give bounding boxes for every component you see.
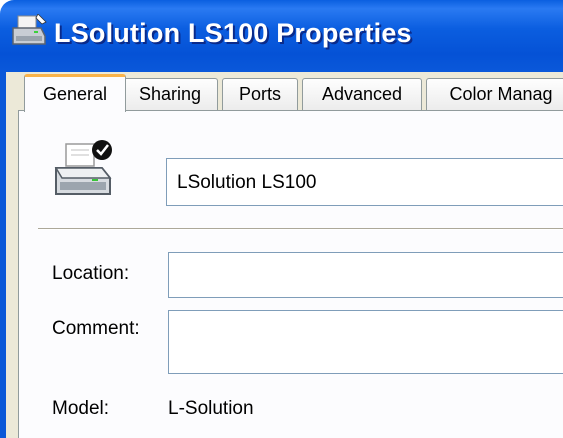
properties-window: LSolution LS100 Properties Sharing Ports… <box>0 0 563 438</box>
model-value: L-Solution <box>168 398 254 419</box>
tab-advanced[interactable]: Advanced <box>302 78 422 110</box>
tab-general[interactable]: General <box>24 74 126 112</box>
title-bar[interactable]: LSolution LS100 Properties <box>0 0 563 72</box>
window-border <box>0 72 6 438</box>
comment-label: Comment: <box>52 318 140 339</box>
comment-input[interactable] <box>168 310 563 374</box>
location-input[interactable] <box>168 252 563 298</box>
tab-ports[interactable]: Ports <box>222 78 298 110</box>
printer-name-field[interactable]: LSolution LS100 <box>166 158 563 206</box>
printer-default-icon <box>54 140 112 195</box>
window-title: LSolution LS100 Properties <box>54 18 412 48</box>
printer-icon <box>12 14 47 45</box>
separator <box>38 228 563 230</box>
tab-sharing[interactable]: Sharing <box>122 78 218 110</box>
model-label: Model: <box>52 398 110 419</box>
location-label: Location: <box>52 263 130 284</box>
tab-color-management[interactable]: Color Manag <box>426 78 563 110</box>
